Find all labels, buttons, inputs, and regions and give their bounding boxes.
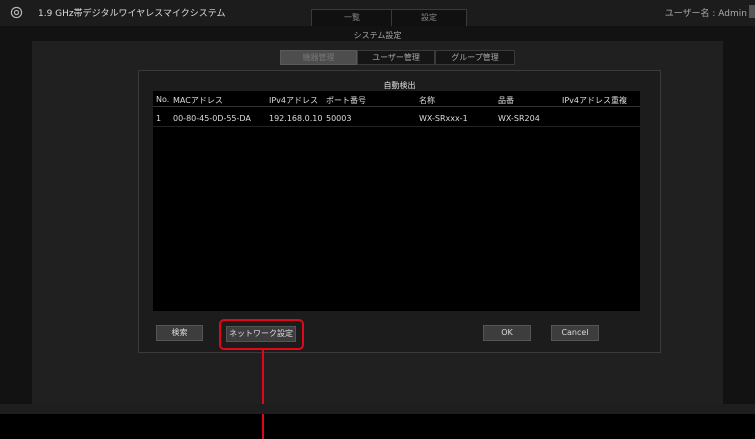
- cell-name: WX-SRxxx-1: [419, 114, 468, 123]
- user-name-label[interactable]: ユーザー名 : Admin: [665, 6, 747, 19]
- ok-button[interactable]: OK: [483, 325, 531, 341]
- top-bar: 1.9 GHz帯デジタルワイヤレスマイクシステム 一覧 設定 ユーザー名 : A…: [0, 0, 755, 26]
- column-header-duplicate: IPv4アドレス重複: [562, 96, 628, 105]
- row-divider: [153, 126, 640, 127]
- column-header-mac: MACアドレス: [173, 96, 223, 105]
- cell-no: 1: [156, 114, 162, 123]
- gear-icon[interactable]: [10, 6, 23, 19]
- cell-port: 50003: [326, 114, 352, 123]
- header-divider: [153, 106, 640, 107]
- cell-mac: 00-80-45-0D-55-DA: [173, 114, 251, 123]
- app-title: 1.9 GHz帯デジタルワイヤレスマイクシステム: [38, 9, 226, 19]
- bottom-strip: [0, 404, 755, 414]
- tab-list[interactable]: 一覧: [311, 9, 393, 26]
- cell-ipv4: 192.168.0.10: [269, 114, 323, 123]
- tab-group-management[interactable]: グループ管理: [435, 50, 515, 65]
- cancel-button[interactable]: Cancel: [551, 325, 599, 341]
- column-header-no: No.: [156, 95, 170, 104]
- tab-user-management[interactable]: ユーザー管理: [357, 50, 435, 65]
- column-header-port: ポート番号: [326, 96, 366, 105]
- tab-device-management[interactable]: 機器管理: [280, 50, 357, 65]
- device-table: No. MACアドレス IPv4アドレス ポート番号 名称 品番 IPv4アドレ…: [153, 91, 640, 311]
- column-header-ipv4: IPv4アドレス: [269, 96, 319, 105]
- callout-pointer-line: [262, 350, 264, 439]
- table-row[interactable]: 1 00-80-45-0D-55-DA 192.168.0.10 50003 W…: [153, 111, 640, 125]
- tab-settings[interactable]: 設定: [391, 9, 467, 26]
- column-header-model: 品番: [498, 96, 514, 105]
- callout-highlight: [219, 319, 304, 350]
- dialog-title: 自動検出: [383, 81, 416, 90]
- column-header-name: 名称: [419, 96, 435, 105]
- cell-model: WX-SR204: [498, 114, 540, 123]
- search-button[interactable]: 検索: [156, 325, 203, 341]
- page-title: システム設定: [353, 31, 402, 40]
- dropdown-arrow-icon[interactable]: [749, 5, 755, 18]
